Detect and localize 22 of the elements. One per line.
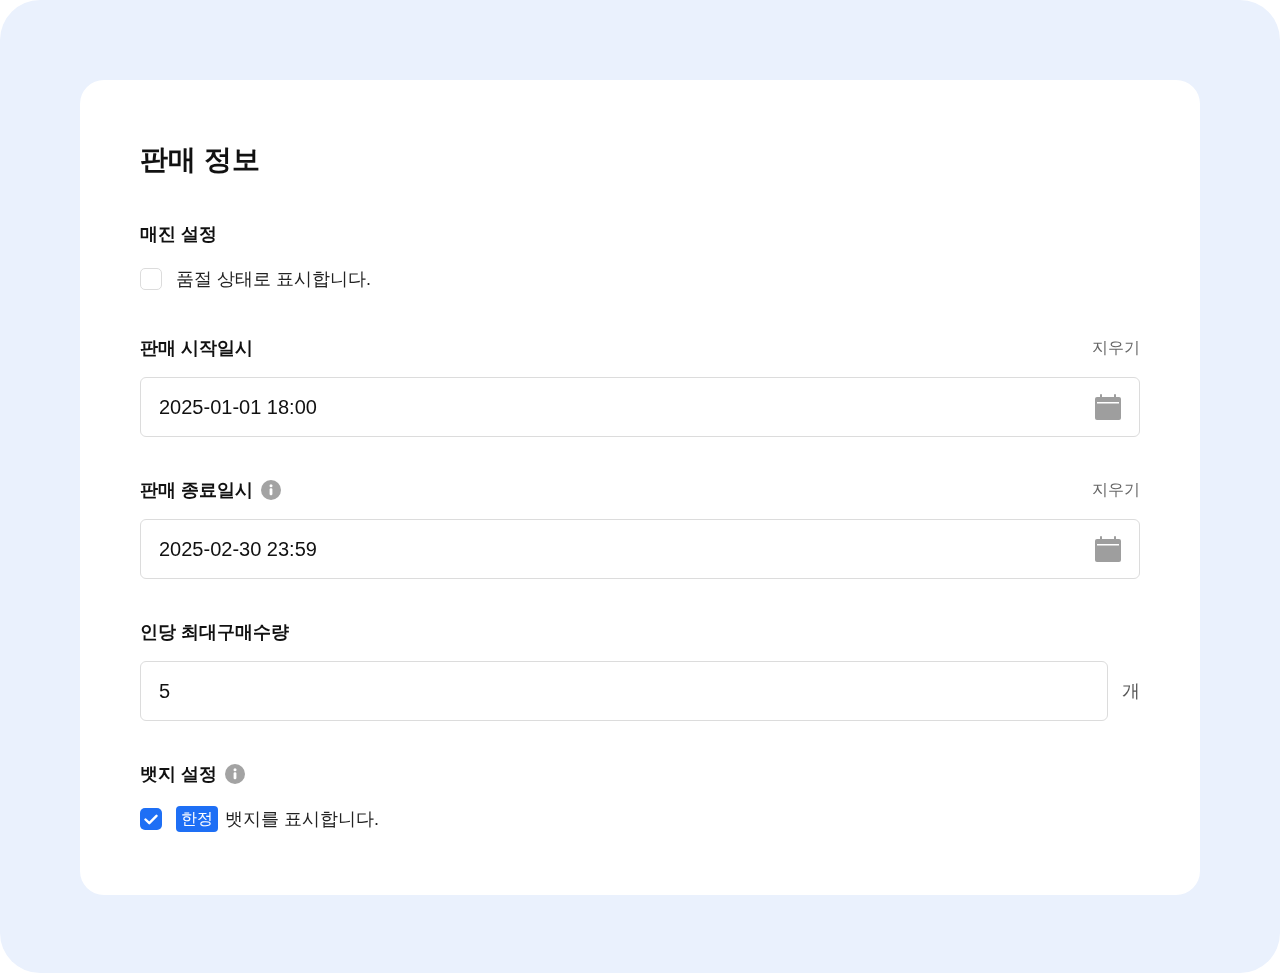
card-title: 판매 정보 (140, 144, 261, 176)
calendar-icon[interactable] (1095, 394, 1121, 420)
clear-link[interactable]: 지우기 (1092, 338, 1140, 358)
checkbox[interactable] (140, 808, 162, 830)
checkbox-label[interactable]: 뱃지를 표시합니다. (225, 805, 379, 833)
info-icon[interactable] (225, 764, 245, 784)
checkbox-label[interactable]: 품절 상태로 표시합니다. (176, 265, 371, 293)
clear-link[interactable]: 지우기 (1092, 480, 1140, 500)
info-icon[interactable] (261, 480, 281, 500)
checkbox[interactable] (140, 268, 162, 290)
unit-label: 개 (1122, 679, 1140, 703)
section-label: 판매 종료일시 (140, 480, 253, 500)
badge: 한정 (176, 806, 218, 832)
calendar-icon[interactable] (1095, 536, 1121, 562)
section-label: 뱃지 설정 (140, 764, 217, 784)
section-label: 매진 설정 (140, 224, 217, 244)
check-icon (144, 813, 158, 825)
date-field[interactable]: 2025-02-30 23:59 (140, 519, 1140, 579)
section-label: 인당 최대구매수량 (140, 622, 289, 642)
date-field[interactable]: 2025-01-01 18:00 (140, 377, 1140, 437)
quantity-field[interactable]: 5 (140, 661, 1108, 721)
section-label: 판매 시작일시 (140, 338, 253, 358)
